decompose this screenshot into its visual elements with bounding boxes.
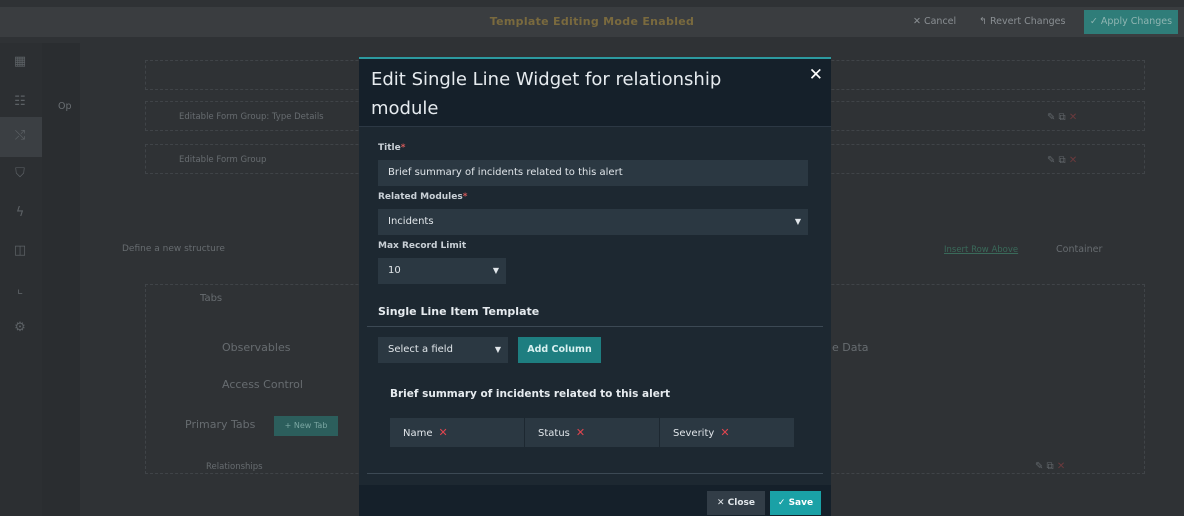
- related-modules-label: Related Modules*: [378, 192, 468, 202]
- chart-icon[interactable]: ⌞: [11, 281, 29, 299]
- modal-header: Edit Single Line Widget for relationship…: [359, 59, 831, 127]
- template-editing-topbar: Template Editing Mode Enabled ✕ Cancel ↰…: [0, 7, 1184, 37]
- modal-footer: ✕ Close ✓ Save: [359, 485, 831, 516]
- new-tab-button[interactable]: + New Tab: [274, 416, 338, 436]
- remove-column-icon[interactable]: ✕: [439, 426, 448, 439]
- apply-changes-button[interactable]: ✓ Apply Changes: [1084, 10, 1178, 34]
- relationships-label: Relationships: [206, 462, 263, 472]
- row-actions[interactable]: ✎ ⧉ ✕: [1035, 461, 1065, 472]
- data-tab[interactable]: e Data: [832, 341, 869, 354]
- preview-title: Brief summary of incidents related to th…: [390, 388, 671, 400]
- row-actions[interactable]: ✎ ⧉ ✕: [1047, 112, 1077, 123]
- left-panel: [42, 43, 80, 516]
- select-field-value: Select a field: [388, 344, 453, 355]
- title-field-label: Title*: [378, 143, 406, 153]
- close-button[interactable]: ✕ Close: [707, 491, 765, 515]
- remove-column-icon[interactable]: ✕: [720, 426, 729, 439]
- insert-row-above-link[interactable]: Insert Row Above: [944, 245, 1018, 255]
- column-name: Name: [403, 428, 433, 439]
- define-structure-label: Define a new structure: [122, 244, 225, 254]
- column-chip[interactable]: Name ✕: [390, 418, 525, 447]
- modal-title: Edit Single Line Widget for relationship…: [371, 69, 722, 119]
- observables-tab[interactable]: Observables: [222, 341, 290, 354]
- cancel-button[interactable]: ✕ Cancel: [913, 16, 956, 27]
- access-control-tab[interactable]: Access Control: [222, 378, 303, 391]
- caret-down-icon: ▼: [494, 345, 501, 354]
- remove-column-icon[interactable]: ✕: [576, 426, 585, 439]
- column-name: Status: [538, 428, 570, 439]
- briefcase-icon[interactable]: ◫: [11, 242, 29, 260]
- column-name: Severity: [673, 428, 715, 439]
- container-label: Container: [1056, 244, 1103, 255]
- shield-icon[interactable]: ⛉: [11, 165, 29, 183]
- select-field-dropdown[interactable]: Select a field ▼: [378, 337, 508, 363]
- form-group-label: Editable Form Group: [179, 155, 267, 165]
- max-record-limit-label: Max Record Limit: [378, 241, 467, 251]
- caret-down-icon: ▼: [492, 266, 499, 275]
- max-record-limit-value: 10: [388, 265, 401, 276]
- template-section-title: Single Line Item Template: [378, 305, 540, 318]
- caret-down-icon: ▼: [794, 217, 801, 226]
- op-label: Op: [58, 101, 72, 112]
- title-input[interactable]: Brief summary of incidents related to th…: [378, 160, 808, 186]
- shuffle-icon[interactable]: ⤭: [11, 127, 29, 145]
- list-icon[interactable]: ☷: [11, 93, 29, 111]
- related-modules-value: Incidents: [388, 216, 434, 227]
- dashboard-icon[interactable]: ▦: [11, 53, 29, 71]
- sidebar: ▦ ☷ ⤭ ⛉ ϟ ◫ ⌞ ⚙: [0, 43, 42, 516]
- primary-tabs-label: Primary Tabs: [185, 418, 256, 431]
- gear-icon[interactable]: ⚙: [11, 319, 29, 337]
- add-column-button[interactable]: Add Column: [518, 337, 601, 363]
- related-modules-select[interactable]: Incidents ▼: [378, 209, 808, 235]
- divider: [367, 326, 823, 327]
- max-record-limit-select[interactable]: 10 ▼: [378, 258, 506, 284]
- close-icon[interactable]: ✕: [809, 65, 823, 85]
- bolt-icon[interactable]: ϟ: [11, 204, 29, 222]
- column-list: Name ✕ Status ✕ Severity ✕: [390, 418, 795, 447]
- column-chip[interactable]: Status ✕: [525, 418, 660, 447]
- revert-changes-button[interactable]: ↰ Revert Changes: [979, 16, 1065, 27]
- divider: [367, 473, 823, 474]
- tabs-label: Tabs: [200, 293, 223, 304]
- column-chip[interactable]: Severity ✕: [660, 418, 795, 447]
- row-actions[interactable]: ✎ ⧉ ✕: [1047, 155, 1077, 166]
- form-group-label: Editable Form Group: Type Details: [179, 112, 324, 122]
- edit-widget-modal: Edit Single Line Widget for relationship…: [359, 57, 831, 516]
- save-button[interactable]: ✓ Save: [770, 491, 821, 515]
